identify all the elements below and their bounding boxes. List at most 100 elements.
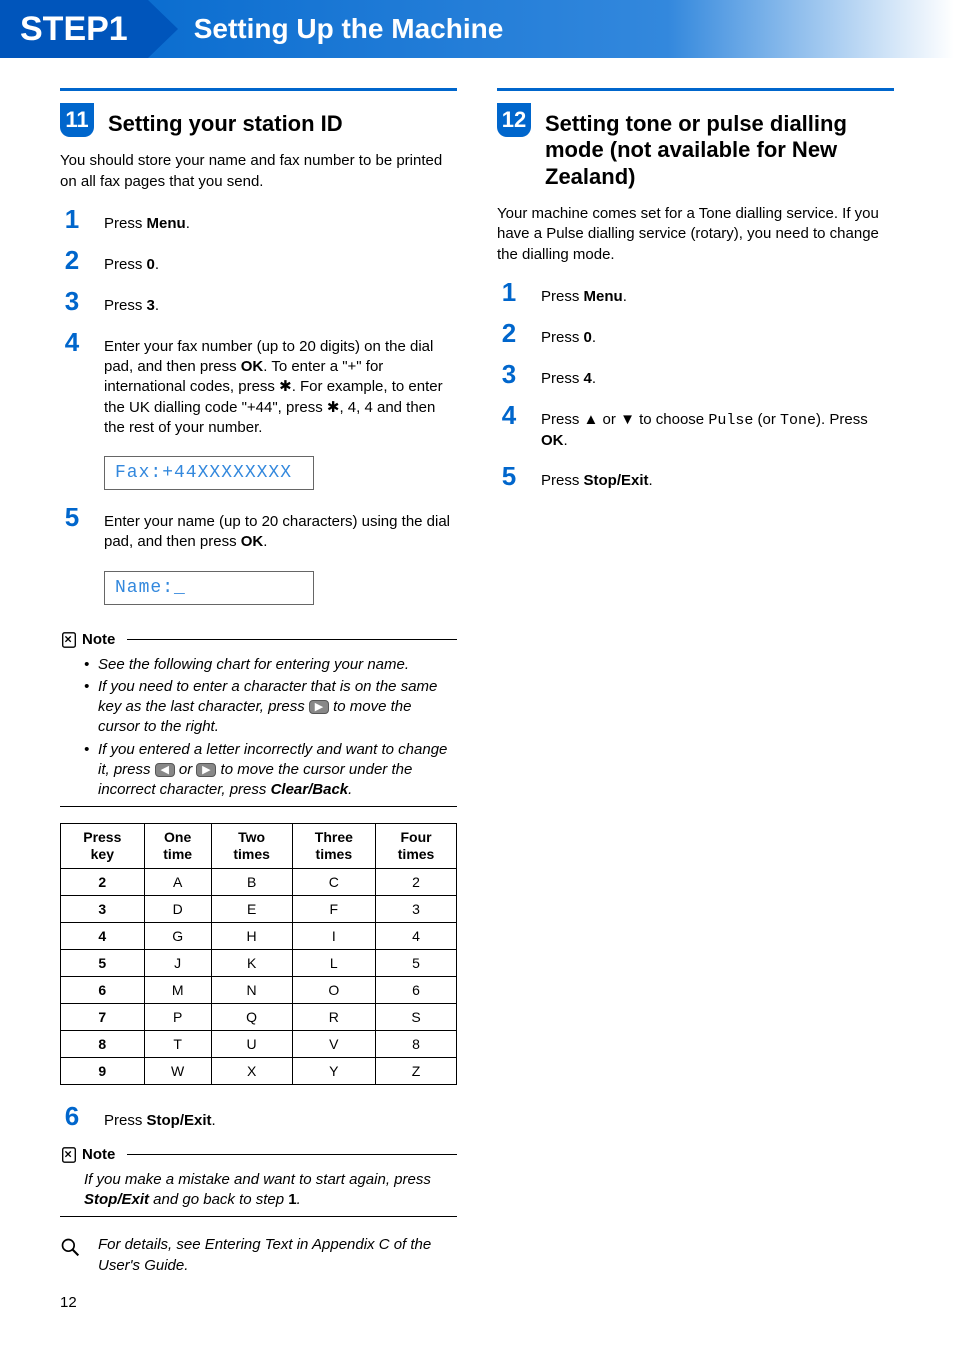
left-column: 11 Setting your station ID You should st… <box>60 88 457 1276</box>
step-number: 2 <box>60 245 84 276</box>
table-row: 7PQRS <box>61 1003 457 1030</box>
step-number: 1 <box>60 204 84 235</box>
lcd-display-name: Name:_ <box>104 571 314 605</box>
section-intro: Your machine comes set for a Tone dialli… <box>497 204 894 265</box>
step-3: 3 Press 4. <box>497 359 894 390</box>
step-number: 3 <box>497 359 521 390</box>
step-5: 5 Press Stop/Exit. <box>497 461 894 492</box>
step-1: 1 Press Menu. <box>60 204 457 235</box>
table-cell: 6 <box>376 976 457 1003</box>
note-label: Note <box>82 631 115 648</box>
table-cell: U <box>211 1030 292 1057</box>
header-bar: STEP1 Setting Up the Machine <box>0 0 954 58</box>
table-cell: Y <box>292 1057 376 1084</box>
step-2: 2 Press 0. <box>60 245 457 276</box>
step-4: 4 Press ▲ or ▼ to choose Pulse (or Tone)… <box>497 400 894 452</box>
table-cell: 2 <box>61 868 145 895</box>
section-number: 11 <box>60 103 94 137</box>
table-cell: 2 <box>376 868 457 895</box>
table-cell: Z <box>376 1057 457 1084</box>
table-header: Fourtimes <box>376 824 457 869</box>
step-1: 1 Press Menu. <box>497 277 894 308</box>
table-cell: A <box>144 868 211 895</box>
table-header: Onetime <box>144 824 211 869</box>
step-label: STEP1 <box>0 0 148 58</box>
table-cell: 3 <box>61 895 145 922</box>
section-number: 12 <box>497 103 531 137</box>
step-number: 4 <box>60 327 84 358</box>
chevron-right-icon <box>148 0 178 58</box>
section-title: Setting tone or pulse dialling mode (not… <box>545 111 894 190</box>
step-4: 4 Enter your fax number (up to 20 digits… <box>60 327 457 438</box>
reference-text: For details, see Entering Text in Append… <box>98 1235 457 1276</box>
table-row: 2ABC2 <box>61 868 457 895</box>
step-3: 3 Press 3. <box>60 286 457 317</box>
table-cell: H <box>211 922 292 949</box>
right-arrow-icon: ▶ <box>309 700 329 714</box>
table-cell: F <box>292 895 376 922</box>
table-cell: 5 <box>376 949 457 976</box>
table-cell: V <box>292 1030 376 1057</box>
table-cell: B <box>211 868 292 895</box>
table-cell: R <box>292 1003 376 1030</box>
note-text: If you make a mistake and want to start … <box>60 1164 457 1211</box>
note-block-1: Note See the following chart for enterin… <box>60 631 457 808</box>
table-cell: O <box>292 976 376 1003</box>
table-cell: 7 <box>61 1003 145 1030</box>
step-5: 5 Enter your name (up to 20 characters) … <box>60 502 457 553</box>
table-row: 3DEF3 <box>61 895 457 922</box>
step-number: 6 <box>60 1101 84 1132</box>
table-cell: 9 <box>61 1057 145 1084</box>
down-triangle-icon: ▼ <box>620 411 635 428</box>
table-cell: 3 <box>376 895 457 922</box>
table-row: 6MNO6 <box>61 976 457 1003</box>
table-cell: C <box>292 868 376 895</box>
section-head-12: 12 Setting tone or pulse dialling mode (… <box>497 111 894 190</box>
step-number: 1 <box>497 277 521 308</box>
table-cell: K <box>211 949 292 976</box>
table-cell: L <box>292 949 376 976</box>
table-cell: Q <box>211 1003 292 1030</box>
table-cell: G <box>144 922 211 949</box>
step-number: 3 <box>60 286 84 317</box>
table-cell: 8 <box>61 1030 145 1057</box>
table-cell: 8 <box>376 1030 457 1057</box>
step-6: 6 Press Stop/Exit. <box>60 1101 457 1132</box>
table-cell: E <box>211 895 292 922</box>
left-arrow-icon: ◀ <box>155 763 175 777</box>
table-cell: W <box>144 1057 211 1084</box>
table-cell: N <box>211 976 292 1003</box>
step-number: 5 <box>60 502 84 533</box>
table-cell: X <box>211 1057 292 1084</box>
right-column: 12 Setting tone or pulse dialling mode (… <box>497 88 894 1276</box>
table-header: Presskey <box>61 824 145 869</box>
table-cell: J <box>144 949 211 976</box>
step-2: 2 Press 0. <box>497 318 894 349</box>
table-cell: P <box>144 1003 211 1030</box>
step-number: 5 <box>497 461 521 492</box>
right-arrow-icon: ▶ <box>196 763 216 777</box>
up-triangle-icon: ▲ <box>584 411 599 428</box>
character-table: PresskeyOnetimeTwotimesThreetimesFourtim… <box>60 823 457 1085</box>
table-cell: T <box>144 1030 211 1057</box>
table-row: 9WXYZ <box>61 1057 457 1084</box>
content-area: 11 Setting your station ID You should st… <box>0 58 954 1276</box>
note-item: See the following chart for entering you… <box>84 655 457 675</box>
section-rule <box>497 88 894 99</box>
reference-block: For details, see Entering Text in Append… <box>60 1235 457 1276</box>
section-intro: You should store your name and fax numbe… <box>60 151 457 192</box>
table-header: Twotimes <box>211 824 292 869</box>
section-title: Setting your station ID <box>108 111 343 137</box>
lcd-display-fax: Fax:+44XXXXXXXX <box>104 456 314 490</box>
page-title: Setting Up the Machine <box>194 0 504 58</box>
magnifier-icon <box>60 1237 80 1257</box>
note-label: Note <box>82 1146 115 1163</box>
table-cell: I <box>292 922 376 949</box>
section-head-11: 11 Setting your station ID <box>60 111 457 137</box>
note-icon <box>60 631 78 649</box>
step-number: 2 <box>497 318 521 349</box>
table-cell: 4 <box>376 922 457 949</box>
page-number: 12 <box>60 1294 77 1311</box>
table-cell: S <box>376 1003 457 1030</box>
note-item: If you need to enter a character that is… <box>84 677 457 738</box>
